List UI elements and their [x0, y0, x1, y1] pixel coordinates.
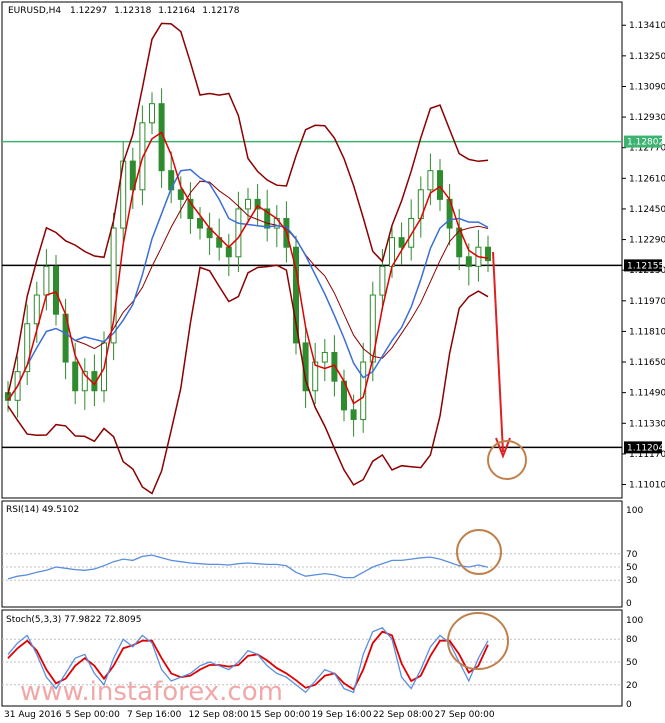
rsi-y-tick-label: 50 — [626, 563, 638, 573]
price-y-tick-label: 1.11970 — [629, 297, 665, 307]
time-axis-label: 22 Sep 08:00 — [373, 710, 433, 720]
price-y-tick-label: 1.11010 — [629, 481, 665, 491]
price-y-tick-label: 1.12610 — [629, 174, 665, 184]
rsi-y-tick-label: 0 — [626, 599, 632, 609]
candle-body — [379, 265, 386, 296]
candle-body — [177, 189, 184, 200]
price-y-tick-label: 1.11650 — [629, 358, 665, 368]
price-y-tick-label: 1.12450 — [629, 205, 665, 215]
time-axis-label: 19 Sep 16:00 — [312, 710, 372, 720]
symbol-label: EURUSD,H4 — [8, 6, 61, 16]
rsi-y-tick-label: 70 — [626, 550, 638, 560]
stoch-y-tick-label: 0 — [626, 700, 632, 710]
rsi-y-tick-label: 100 — [626, 506, 643, 516]
price-y-tick-label: 1.12930 — [629, 113, 665, 123]
close-value: 1.12178 — [202, 6, 239, 16]
stoch-y-tick-label: 80 — [626, 635, 638, 645]
time-axis-label: 7 Sep 16:00 — [127, 710, 182, 720]
candle-body — [321, 351, 328, 363]
price-y-tick-label: 1.12290 — [629, 236, 665, 246]
price-y-tick-label: 1.13250 — [629, 52, 665, 62]
candle-body — [72, 361, 79, 392]
price-level-label: 1.12802 — [627, 138, 664, 148]
candle-body — [53, 265, 59, 315]
candle-body — [149, 103, 155, 124]
eurusd-h4-chart: www.instaforex.com EURUSD,H4 1.12297 1.1… — [1, 1, 665, 720]
time-axis-label: 12 Sep 08:00 — [189, 710, 249, 720]
open-value: 1.12297 — [70, 6, 107, 16]
stoch-label: Stoch(5,3,3) 77.9822 72.8095 — [6, 615, 141, 625]
price-y-tick-label: 1.11490 — [629, 389, 665, 399]
low-value: 1.12164 — [158, 6, 195, 16]
rsi-y-tick-label: 30 — [626, 576, 638, 586]
candle-body — [225, 246, 232, 258]
candle-body — [235, 208, 242, 258]
candle-body — [43, 265, 50, 296]
price-header: EURUSD,H4 1.12297 1.12318 1.12164 1.1217… — [8, 6, 240, 16]
price-y-tick-label: 1.11330 — [629, 419, 665, 429]
candle-body — [245, 198, 251, 210]
time-axis-label: 31 Aug 2016 — [4, 710, 62, 720]
price-y-tick-label: 1.11810 — [629, 327, 665, 337]
candle-body — [465, 256, 472, 267]
time-axis-label: 5 Sep 00:00 — [66, 710, 121, 720]
candle-body — [197, 218, 203, 229]
time-axis-label: 27 Sep 00:00 — [435, 710, 495, 720]
candle-body — [168, 170, 175, 191]
candle-body — [427, 170, 434, 191]
candle-body — [437, 170, 443, 200]
candle-body — [33, 294, 40, 325]
candle-body — [398, 237, 405, 248]
price-level-label: 1.11204 — [627, 443, 664, 453]
price-level-label: 1.12155 — [627, 261, 664, 271]
high-value: 1.12318 — [114, 6, 151, 16]
price-panel-frame — [1, 1, 623, 499]
price-y-tick-label: 1.13410 — [629, 21, 665, 31]
stoch-y-tick-label: 50 — [626, 658, 638, 668]
time-axis-label: 15 Sep 00:00 — [250, 710, 310, 720]
stoch-y-tick-label: 20 — [626, 681, 638, 691]
price-y-tick-label: 1.13090 — [629, 82, 665, 92]
stoch-y-tick-label: 100 — [626, 616, 643, 626]
candle-body — [350, 409, 357, 420]
rsi-label: RSI(14) 49.5102 — [6, 505, 79, 515]
